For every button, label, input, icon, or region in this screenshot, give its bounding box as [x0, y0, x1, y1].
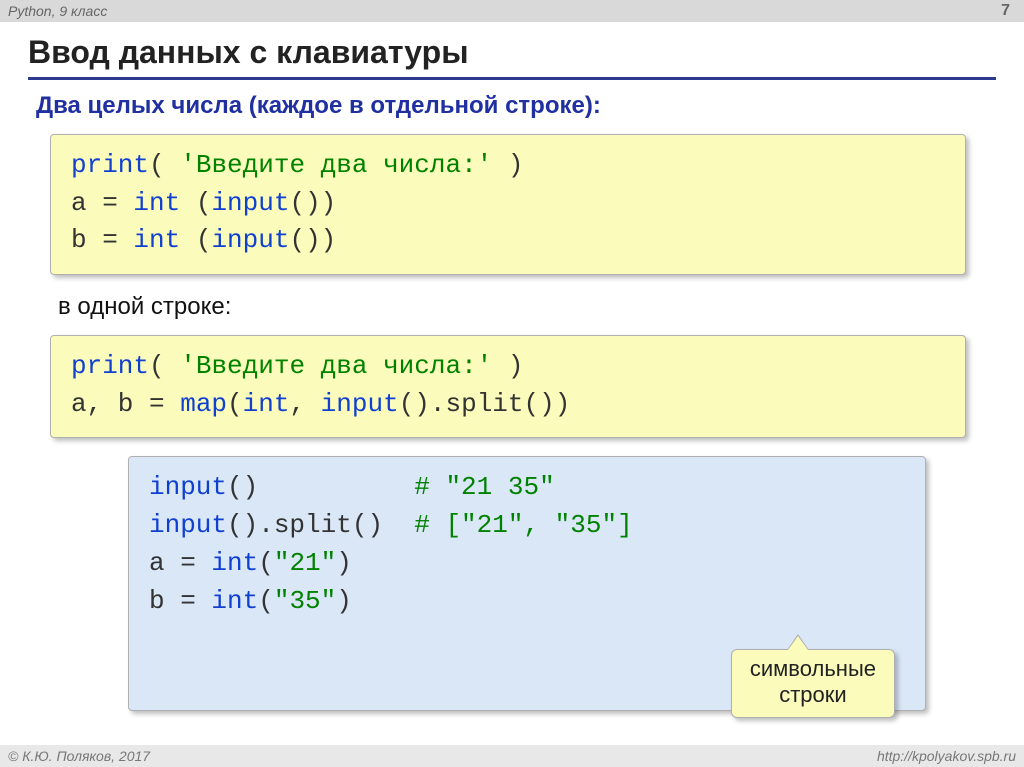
kw-input: input	[149, 510, 227, 540]
kw-int: int	[211, 548, 258, 578]
text: )	[336, 548, 352, 578]
header-bar: Python, 9 класс 7	[0, 0, 1024, 22]
text: (	[227, 389, 243, 419]
kw-int: int	[243, 389, 290, 419]
kw-int: int	[133, 225, 180, 255]
code-block-1: print( 'Введите два числа:' ) a = int (i…	[50, 134, 966, 275]
kw-int: int	[133, 188, 180, 218]
string-literal: 'Введите два числа:'	[180, 351, 492, 381]
text: (	[180, 188, 211, 218]
note-text: в одной строке:	[58, 293, 996, 321]
callout-tail	[788, 636, 808, 650]
text: ,	[289, 389, 320, 419]
string-literal: "21"	[274, 548, 336, 578]
comment: # ["21", "35"]	[414, 510, 632, 540]
kw-map: map	[180, 389, 227, 419]
footer-url: http://kpolyakov.spb.ru	[877, 748, 1016, 764]
kw-int: int	[211, 586, 258, 616]
kw-print: print	[71, 150, 149, 180]
text: a =	[71, 188, 133, 218]
text: )	[492, 351, 523, 381]
text: a =	[149, 548, 211, 578]
code-block-2: print( 'Введите два числа:' ) a, b = map…	[50, 335, 966, 438]
text: (	[258, 586, 274, 616]
text: ().split())	[399, 389, 571, 419]
text: ())	[289, 188, 336, 218]
kw-input: input	[211, 188, 289, 218]
page-number: 7	[1001, 2, 1010, 20]
title-divider	[28, 77, 996, 80]
code-block-3: input() # "21 35" input().split() # ["21…	[128, 456, 926, 710]
callout-box: символьные строки	[731, 649, 895, 718]
text: )	[492, 150, 523, 180]
string-literal: "35"	[274, 586, 336, 616]
kw-print: print	[71, 351, 149, 381]
callout-line1: символьные	[750, 656, 876, 681]
text: (	[258, 548, 274, 578]
text: (	[149, 351, 180, 381]
footer-copyright: © К.Ю. Поляков, 2017	[8, 748, 150, 764]
text: b =	[71, 225, 133, 255]
text: a, b =	[71, 389, 180, 419]
kw-input: input	[149, 472, 227, 502]
header-subject: Python, 9 класс	[8, 3, 107, 19]
text: ())	[289, 225, 336, 255]
page-title: Ввод данных с клавиатуры	[28, 34, 996, 71]
callout-line2: строки	[779, 682, 846, 707]
text: b =	[149, 586, 211, 616]
kw-input: input	[321, 389, 399, 419]
string-literal: 'Введите два числа:'	[180, 150, 492, 180]
text: ()	[227, 472, 414, 502]
subtitle: Два целых числа (каждое в отдельной стро…	[36, 92, 996, 120]
text: )	[336, 586, 352, 616]
text: (	[180, 225, 211, 255]
kw-input: input	[211, 225, 289, 255]
footer-bar: © К.Ю. Поляков, 2017 http://kpolyakov.sp…	[0, 745, 1024, 767]
text: ().split()	[227, 510, 414, 540]
text: (	[149, 150, 180, 180]
slide-content: Ввод данных с клавиатуры Два целых числа…	[0, 22, 1024, 711]
comment: # "21 35"	[414, 472, 554, 502]
